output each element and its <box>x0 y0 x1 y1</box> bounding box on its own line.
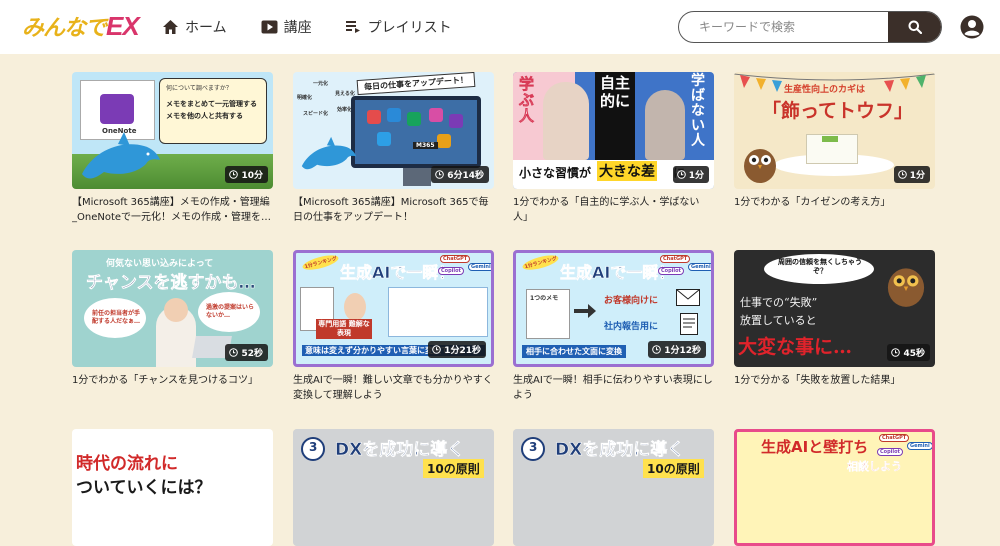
video-card[interactable]: 学ぶ人 自主的に 学ばない人 小さな習慣が 大きな差 に 1分 1分でわかる「自… <box>513 72 714 225</box>
clock-icon <box>652 345 662 354</box>
video-card[interactable]: 生産性向上のカギは 「飾ってトウフ」 1分 1分でわかる「カイゼンの考え方」 <box>734 72 935 210</box>
person-right <box>645 90 685 160</box>
video-thumbnail[interactable]: 何気ない思い込みによって チャンスを逃すかも… 前任の担当者が手配する人だなぁ…… <box>72 250 273 367</box>
video-card[interactable]: 毎日の仕事をアップデート！ 一元化 明確化 見える化 スピード化 効率化 M36… <box>293 72 494 225</box>
video-card[interactable]: 生成AIと壁打ち ChatGPT Gemini Copilot 相談しよう <box>734 429 935 546</box>
video-thumbnail[interactable]: 時代の流れに ついていくには？ <box>72 429 273 546</box>
nav-home[interactable]: ホーム <box>162 17 227 37</box>
video-title[interactable]: 1分でわかる「チャンスを見つけるコツ」 <box>72 373 273 388</box>
video-title[interactable]: 生成AIで一瞬！相手に伝わりやすい表現にしよう <box>513 373 714 403</box>
clock-icon <box>229 170 239 179</box>
video-title[interactable]: 【Microsoft 365講座】メモの作成・管理編_OneNoteで一元化！メ… <box>72 195 273 225</box>
video-card[interactable]: 何気ない思い込みによって チャンスを逃すかも… 前任の担当者が手配する人だなぁ…… <box>72 250 273 388</box>
dolphin-icon <box>301 136 357 170</box>
nav-courses[interactable]: 講座 <box>261 17 312 37</box>
duration-badge: 52秒 <box>225 344 268 361</box>
video-card[interactable]: OneNote 何について調べますか？ メモをまとめて一元管理する メモを他の人… <box>72 72 273 225</box>
video-thumbnail[interactable]: 1分ランキング 生成AIで一瞬！ ChatGPT Gemini Copilot … <box>293 250 494 367</box>
duration-badge: 1分 <box>893 166 930 183</box>
report-icon <box>680 313 698 335</box>
video-card[interactable]: 1分ランキング 生成AIで一瞬！ ChatGPT Gemini Copilot … <box>293 250 494 403</box>
video-title[interactable]: 1分で分かる「失敗を放置した結果」 <box>734 373 935 388</box>
logo-ex: EX <box>106 11 140 41</box>
mail-icon <box>676 289 700 306</box>
onenote-icon <box>100 94 134 124</box>
clock-icon <box>435 170 445 179</box>
duration-badge: 1分12秒 <box>648 341 706 358</box>
header: みんなで EX ホーム 講座 プレイリスト <box>0 0 1000 54</box>
search-button[interactable] <box>888 12 941 42</box>
duration-badge: 45秒 <box>887 344 930 361</box>
video-thumbnail[interactable]: 学ぶ人 自主的に 学ばない人 小さな習慣が 大きな差 に 1分 <box>513 72 714 189</box>
nav-playlist-label: プレイリスト <box>367 20 452 36</box>
owl-icon <box>887 268 925 307</box>
video-card[interactable]: 周囲の信頼を無くしちゃうぞ？ 仕事での“失敗” 放置していると 大変な事に… 4… <box>734 250 935 388</box>
clock-icon <box>891 348 901 357</box>
video-card[interactable]: 時代の流れに ついていくには？ <box>72 429 273 546</box>
video-card[interactable]: 3 DXを成功に導く 10の原則 <box>513 429 714 546</box>
logo[interactable]: みんなで EX <box>22 10 140 42</box>
video-thumbnail[interactable]: 周囲の信頼を無くしちゃうぞ？ 仕事での“失敗” 放置していると 大変な事に… 4… <box>734 250 935 367</box>
account-icon[interactable] <box>960 15 984 39</box>
video-title[interactable]: 1分でわかる「自主的に学ぶ人・学ばない人」 <box>513 195 714 225</box>
video-thumbnail[interactable]: 3 DXを成功に導く 10の原則 <box>293 429 494 546</box>
owl-icon <box>744 149 776 183</box>
video-thumbnail[interactable]: OneNote 何について調べますか？ メモをまとめて一元管理する メモを他の人… <box>72 72 273 189</box>
person-left <box>543 82 589 160</box>
video-thumbnail[interactable]: 生産性向上のカギは 「飾ってトウフ」 1分 <box>734 72 935 189</box>
nav-courses-label: 講座 <box>283 20 312 36</box>
clock-icon <box>432 345 442 354</box>
dolphin-icon <box>82 132 160 179</box>
video-card[interactable]: 1分ランキング 生成AIで一瞬！ ChatGPT Gemini Copilot … <box>513 250 714 403</box>
nav-home-label: ホーム <box>185 20 227 36</box>
video-thumbnail[interactable]: 3 DXを成功に導く 10の原則 <box>513 429 714 546</box>
playlist-icon <box>345 21 360 33</box>
duration-badge: 10分 <box>225 166 268 183</box>
duration-badge: 1分21秒 <box>428 341 486 358</box>
video-title[interactable]: 生成AIで一瞬！難しい文章でも分かりやすく変換して理解しよう <box>293 373 494 403</box>
video-title[interactable]: 【Microsoft 365講座】Microsoft 365で毎日の仕事をアップ… <box>293 195 494 225</box>
clock-icon <box>897 170 907 179</box>
arrow-right-icon <box>574 304 596 318</box>
main-nav: ホーム 講座 プレイリスト <box>162 0 486 54</box>
search-bar <box>678 11 942 43</box>
logo-text: みんなで <box>22 15 107 40</box>
search-icon <box>908 20 922 34</box>
video-thumbnail[interactable]: 毎日の仕事をアップデート！ 一元化 明確化 見える化 スピード化 効率化 M36… <box>293 72 494 189</box>
video-thumbnail[interactable]: 生成AIと壁打ち ChatGPT Gemini Copilot 相談しよう <box>734 429 935 546</box>
video-icon <box>261 20 278 34</box>
home-icon <box>163 20 178 34</box>
search-input[interactable] <box>679 12 888 42</box>
screen-panel <box>388 287 488 337</box>
duration-badge: 1分 <box>672 166 709 183</box>
video-card[interactable]: 3 DXを成功に導く 10の原則 <box>293 429 494 546</box>
video-title[interactable]: 1分でわかる「カイゼンの考え方」 <box>734 195 935 210</box>
clock-icon <box>229 348 239 357</box>
clock-icon <box>676 170 686 179</box>
duration-badge: 6分14秒 <box>431 166 489 183</box>
video-thumbnail[interactable]: 1分ランキング 生成AIで一瞬！ ChatGPT Gemini Copilot … <box>513 250 714 367</box>
nav-playlist[interactable]: プレイリスト <box>345 17 452 37</box>
